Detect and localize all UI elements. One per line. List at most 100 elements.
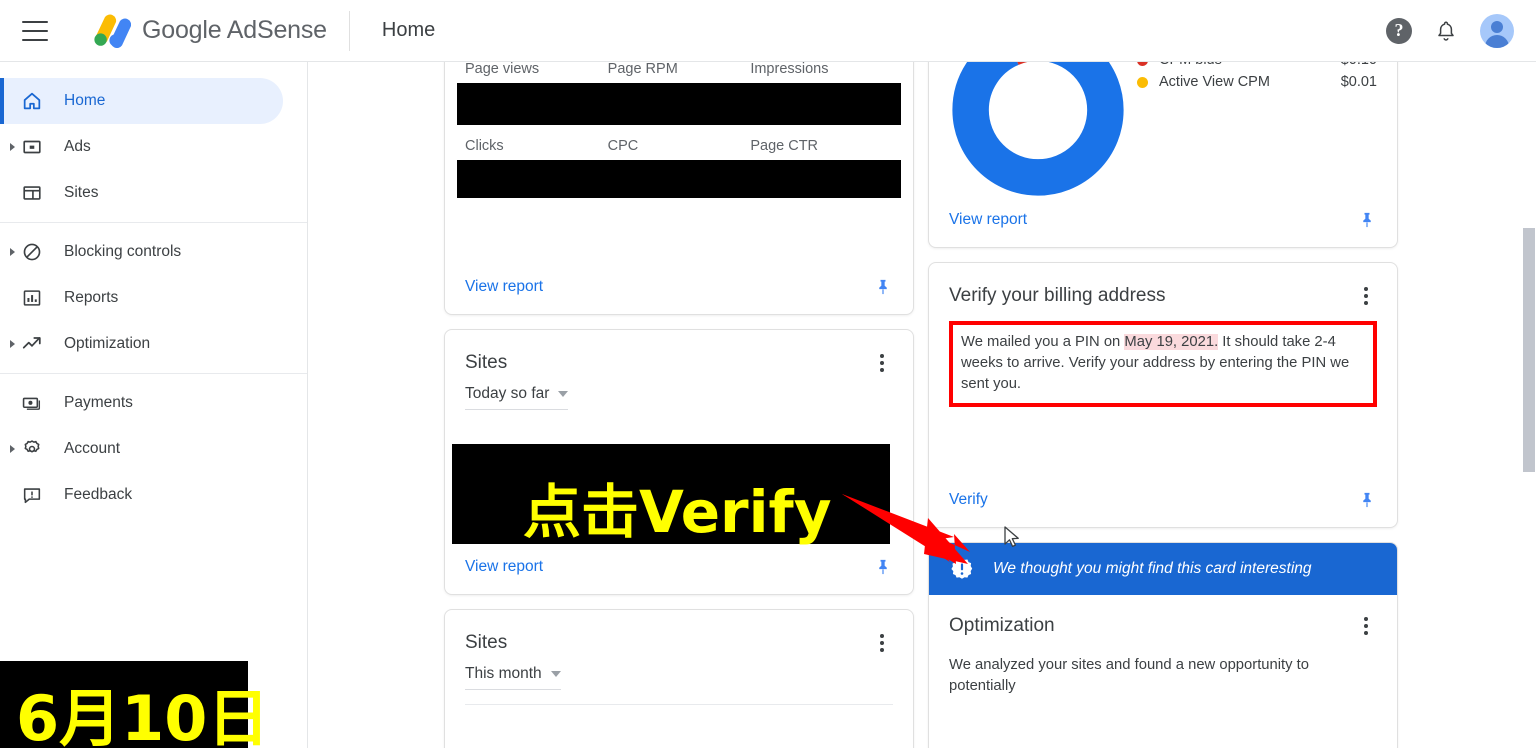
card-title: Sites: [465, 632, 508, 653]
payments-money-icon: [20, 391, 44, 415]
legend-item: CPM bids $0.10: [1137, 62, 1377, 71]
card-title: Verify your billing address: [949, 285, 1166, 306]
view-report-link[interactable]: View report: [465, 278, 543, 296]
header-divider: [348, 10, 350, 51]
header-actions: ?: [1386, 13, 1514, 48]
date-range-value: Today so far: [465, 385, 550, 402]
billing-text-pre: We mailed you a PIN on: [961, 334, 1125, 350]
metric-label: Clicks: [465, 138, 504, 154]
notifications-bell-icon[interactable]: [1434, 18, 1458, 44]
sidebar-item-optimization[interactable]: Optimization: [0, 321, 283, 367]
sites-today-header: Sites: [465, 352, 893, 374]
sites-month-header: Sites: [465, 632, 893, 654]
adsense-logo-icon: [94, 14, 131, 48]
legend-dot-active-view-cpm: [1137, 76, 1148, 88]
more-options-icon[interactable]: [1355, 615, 1377, 637]
avatar-body: [1485, 34, 1509, 48]
legend-value: $0.10: [1341, 62, 1377, 68]
legend-item: Active View CPM $0.01: [1137, 71, 1377, 93]
donut-chart-row: CPC bids $1.64 CPM bids $0.10: [949, 62, 1377, 199]
interesting-banner: We thought you might find this card inte…: [929, 543, 1397, 595]
annotation-click-verify: 点击Verify: [523, 478, 832, 546]
redacted-values-row2: [457, 160, 901, 198]
top-header: Google AdSense Home ?: [0, 0, 1536, 62]
view-report-link[interactable]: View report: [465, 558, 543, 576]
billing-body-text: We mailed you a PIN on May 19, 2021. It …: [961, 332, 1365, 395]
metric-label: Page views: [465, 62, 540, 77]
sidebar-item-account[interactable]: Account: [0, 426, 283, 472]
chevron-down-icon: [558, 391, 569, 397]
sidebar-item-label: Reports: [64, 289, 119, 306]
legend-label: CPM bids: [1159, 62, 1341, 68]
brand-text: Google AdSense: [142, 16, 327, 45]
date-range-select[interactable]: Today so far: [465, 385, 569, 410]
more-options-icon[interactable]: [871, 352, 893, 374]
card-title: Sites: [465, 352, 508, 373]
avatar[interactable]: [1480, 13, 1514, 48]
hamburger-menu-icon[interactable]: [22, 20, 48, 41]
chevron-down-icon: [550, 671, 561, 677]
chevron-right-icon: [10, 340, 15, 348]
metric-label: Impressions: [750, 62, 829, 77]
banner-text: We thought you might find this card inte…: [993, 560, 1312, 577]
card-title: Optimization: [949, 615, 1055, 636]
reports-bar-chart-icon: [20, 286, 44, 310]
sidebar-group-1: Home Ads Sites: [0, 72, 307, 222]
sidebar-item-label: Home: [64, 92, 106, 109]
optimization-body-text: We analyzed your sites and found a new o…: [949, 657, 1310, 695]
annotation-date-note: 6月10日: [16, 682, 270, 748]
sidebar-item-label: Sites: [64, 184, 99, 201]
sidebar-item-feedback[interactable]: Feedback: [0, 472, 283, 518]
sites-today-footer: View report: [445, 556, 913, 594]
metrics-card-footer: View report: [445, 276, 913, 314]
legend-dot-cpm-bids: [1137, 62, 1148, 66]
badge-alert-icon: [951, 558, 973, 579]
legend-label: Active View CPM: [1159, 74, 1270, 90]
sidebar-item-blocking-controls[interactable]: Blocking controls: [0, 229, 283, 275]
pin-icon[interactable]: [873, 276, 893, 298]
cards-columns: Page views Page RPM Impressions Clicks C…: [308, 62, 1420, 748]
scrollbar-track[interactable]: [1521, 62, 1536, 748]
bids-legend: CPC bids $1.64 CPM bids $0.10: [1137, 62, 1377, 93]
brand-product: AdSense: [226, 16, 327, 44]
column-left: Page views Page RPM Impressions Clicks C…: [444, 62, 914, 748]
metrics-grid: Clicks CPC Page CTR: [465, 138, 893, 160]
sidebar-item-label: Payments: [64, 394, 133, 411]
metric-label: Page CTR: [750, 138, 819, 154]
bids-card: CPC bids $1.64 CPM bids $0.10: [928, 62, 1398, 248]
feedback-icon: [20, 483, 44, 507]
donut-slice-cpc: [952, 62, 1124, 196]
legend-value: $0.01: [1340, 74, 1377, 90]
help-icon[interactable]: ?: [1386, 17, 1412, 44]
optimization-card: We thought you might find this card inte…: [928, 542, 1398, 748]
block-icon: [20, 240, 44, 264]
sidebar-item-reports[interactable]: Reports: [0, 275, 283, 321]
metrics-grid: Page views Page RPM Impressions: [465, 62, 893, 83]
billing-card-footer: Verify: [929, 489, 1397, 527]
sidebar-item-label: Optimization: [64, 335, 151, 352]
billing-card-header: Verify your billing address: [949, 285, 1377, 307]
verify-button[interactable]: Verify: [949, 491, 988, 509]
chevron-right-icon: [10, 445, 15, 453]
pin-icon[interactable]: [1357, 209, 1377, 231]
scrollbar-thumb[interactable]: [1523, 228, 1535, 472]
sidebar-group-3: Payments Account Feedback: [0, 373, 307, 524]
account-gear-icon: [20, 437, 44, 461]
adsense-logo[interactable]: Google AdSense: [85, 14, 327, 48]
billing-text-highlight: May 19, 2021.: [1124, 334, 1219, 350]
pin-icon[interactable]: [1357, 489, 1377, 511]
more-options-icon[interactable]: [871, 632, 893, 654]
sidebar-item-payments[interactable]: Payments: [0, 380, 283, 426]
chevron-right-icon: [10, 143, 15, 151]
pin-icon[interactable]: [873, 556, 893, 578]
sites-icon: [20, 181, 44, 205]
page-title: Home: [381, 19, 436, 41]
optimization-card-header: Optimization: [949, 615, 1377, 637]
sidebar-item-sites[interactable]: Sites: [0, 170, 283, 216]
more-options-icon[interactable]: [1355, 285, 1377, 307]
metrics-card: Page views Page RPM Impressions Clicks C…: [444, 62, 914, 315]
sidebar-item-ads[interactable]: Ads: [0, 124, 283, 170]
sidebar-item-home[interactable]: Home: [0, 78, 283, 124]
view-report-link[interactable]: View report: [949, 211, 1027, 229]
date-range-select[interactable]: This month: [465, 665, 561, 690]
